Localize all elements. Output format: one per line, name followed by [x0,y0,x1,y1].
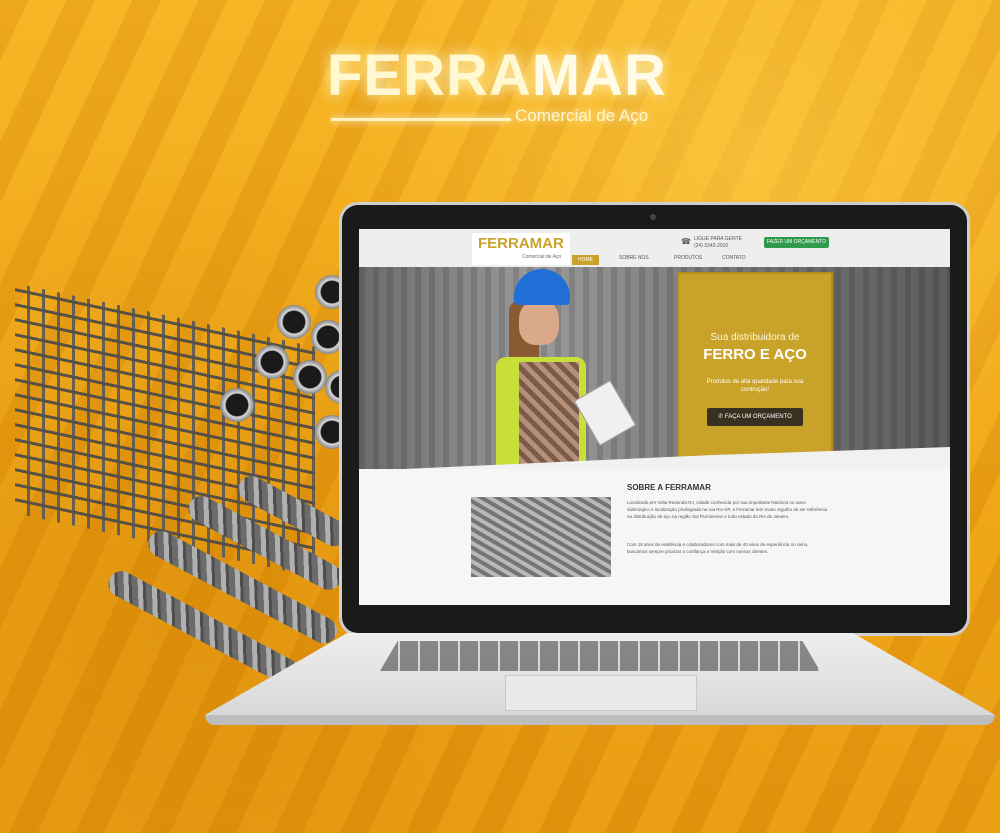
warehouse-background [359,267,950,469]
site-header: FERRAMAR Comercial de Aço ☎ LIGUE PARA G… [359,229,950,267]
hero-title: FERRO E AÇO [703,346,807,363]
phone-info: LIGUE PARA GENTE (24) 3343-2910 [694,236,742,250]
site-logo-sub: Comercial de Aço [522,254,562,260]
helmet [514,269,570,305]
header-quote-button[interactable]: FAZER UM ORÇAMENTO [764,237,829,248]
laptop-edge [205,715,995,725]
about-section: SOBRE A FERRAMAR Localizada em Volta Red… [359,469,950,605]
brand-logo: FERRAMAR Comercial de Aço [327,44,687,134]
nav-home[interactable]: HOME [572,255,599,265]
brand-tagline: Comercial de Aço [515,106,649,125]
about-title: SOBRE A FERRAMAR [627,483,711,492]
phone-number: (24) 3343-2910 [694,243,729,249]
hero-description: Produtos de alta qualidade para sua cont… [706,379,804,393]
hero-card: Sua distribuidora de FERRO E AÇO Produto… [677,272,833,468]
nav-sobre[interactable]: SOBRE NOS [619,255,649,261]
nav-contato[interactable]: CONTATO [722,255,746,261]
about-steel-image [471,497,611,577]
laptop-screen: FERRAMAR Comercial de Aço ☎ LIGUE PARA G… [359,229,950,605]
laptop-base [205,633,995,725]
hero-banner: Sua distribuidora de FERRO E AÇO Produto… [359,267,950,469]
brand-name: FERRAMAR [327,43,667,108]
phone-icon: ☎ [681,237,691,246]
hero-quote-button[interactable]: ✆ FAÇA UM ORÇAMENTO [707,408,803,426]
brand-underline [331,118,511,121]
trackpad [505,675,697,711]
worker-photo [494,267,644,469]
laptop: FERRAMAR Comercial de Aço ☎ LIGUE PARA G… [205,205,995,725]
site-logo-text: FERRAMAR [478,235,564,252]
about-paragraph-1: Localizada em Volta Redonda-RJ, cidade c… [627,500,828,519]
about-paragraph-2: Com 18 anos de existência e colaboradore… [627,542,809,554]
nav-produtos[interactable]: PRODUTOS [674,255,702,261]
phone-label: LIGUE PARA GENTE [694,236,742,242]
site-logo[interactable]: FERRAMAR Comercial de Aço [472,233,570,265]
hero-subtitle: Sua distribuidora de [710,332,800,343]
camera [650,214,656,220]
keyboard [380,641,820,671]
laptop-lid: FERRAMAR Comercial de Aço ☎ LIGUE PARA G… [342,205,967,633]
